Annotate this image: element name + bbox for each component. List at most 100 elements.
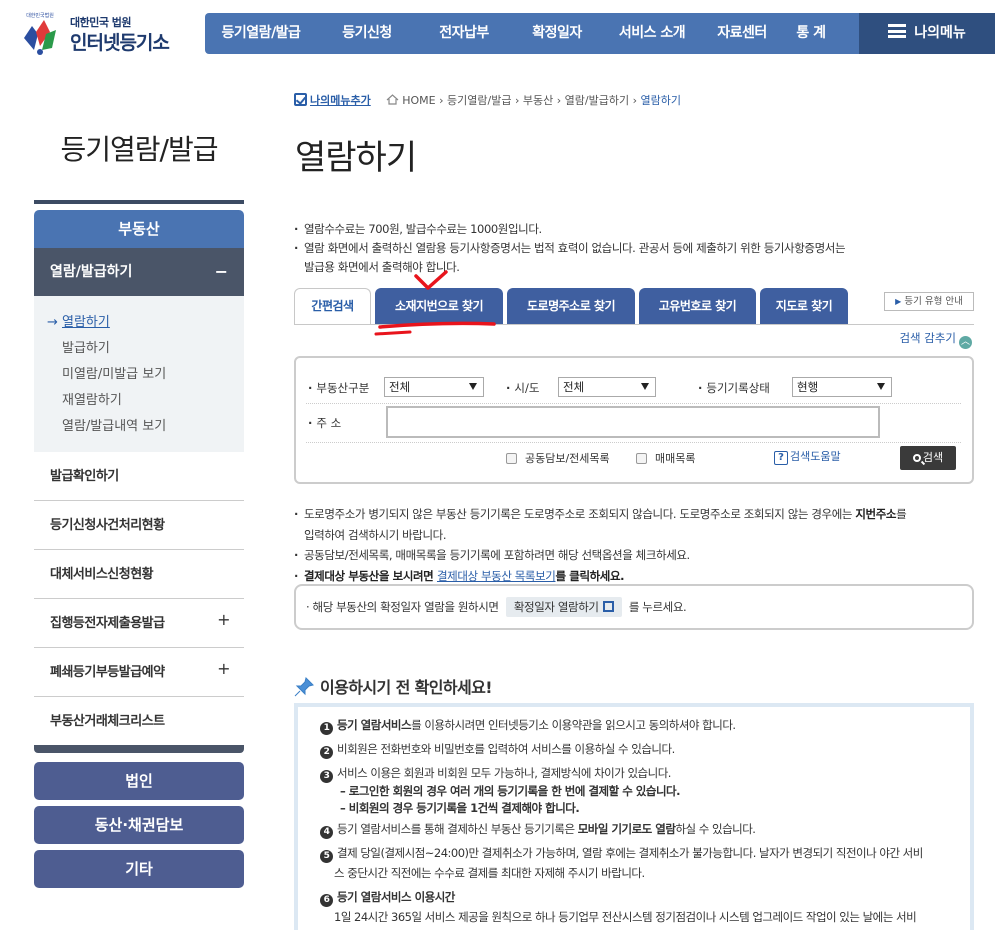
breadcrumb-current: 열람하기 [640,94,681,107]
checkbox-icon [636,453,647,464]
search-icon [912,454,921,462]
record-status-select[interactable]: 현행 [792,377,892,397]
expand-icon: + [217,659,230,678]
submenu-item-view[interactable]: → 열람하기 [34,310,244,336]
gnb-view-issue[interactable]: 등기열람/발급 [205,13,317,54]
breadcrumb-home[interactable]: HOME [402,94,435,107]
form-divider [306,442,961,443]
joint-collateral-checkbox[interactable]: 공동담보/전세목록 [506,450,610,466]
tab-lot-address[interactable]: 소재지번으로 찾기 [375,288,503,325]
number-4-icon: 4 [320,826,333,839]
site-logo[interactable]: 대한민국법원 대한민국 법원 인터넷등기소 [18,8,193,58]
sidebar-item-label: 열람/발급하기 [50,264,133,280]
breadcrumb-view-issue[interactable]: 등기열람/발급 [447,94,511,107]
checkbox-icon [294,93,307,106]
tab-simple-search[interactable]: 간편검색 [294,288,371,325]
play-arrow-icon: ▶ [895,297,902,306]
check-before-use-box: 1 등기 열람서비스를 이용하시려면 인터넷등기소 이용약관을 읽으시고 동의하셔… [294,703,974,930]
gnb-payment[interactable]: 전자납부 [417,13,511,54]
check-before-use-title: 이용하시기 전 확인하세요! [294,674,493,698]
sidebar-button-etc[interactable]: 기타 [34,850,244,888]
fixed-date-notice: · 해당 부동산의 확정일자 열람을 원하시면 확정일자 열람하기 를 누르세요… [294,584,974,630]
sidebar-item-enforcement[interactable]: 집행등전자제출용발급 + [34,599,244,648]
gnb-statistics[interactable]: 통 계 [783,13,839,54]
list-subitem: – 비회원의 경우 등기기록을 1건씩 결제해야 합니다. [340,801,580,815]
my-menu-button[interactable]: 나의메뉴 [859,13,995,54]
tab-divider [294,324,974,325]
home-icon [386,94,399,105]
sidebar-bottom-bar [34,745,244,753]
search-tabs: 간편검색 소재지번으로 찾기 도로명주소로 찾기 고유번호로 찾기 지도로 찾기 [294,288,852,325]
svg-text:대한민국법원: 대한민국법원 [26,12,54,19]
checkbox-icon [506,453,517,464]
sidebar-item-case-status[interactable]: 등기신청사건처리현황 [34,501,244,550]
number-5-icon: 5 [320,850,333,863]
help-icon: ? [774,451,788,465]
sidebar-item-view-issue[interactable]: 열람/발급하기 − [34,248,244,296]
search-help-link[interactable]: ? 검색도움말 [774,448,841,465]
list-subitem: – 로그인한 회원의 경우 여러 개의 등기기록을 한 번에 결제할 수 있습니… [340,784,680,798]
breadcrumb: 나의메뉴추가 HOME › 등기열람/발급 › 부동산 › 열람/발급하기 › … [294,92,681,108]
expand-icon: + [217,610,230,629]
tab-unique-number[interactable]: 고유번호로 찾기 [639,288,756,325]
arrow-right-icon: → [47,315,58,330]
registry-type-guide-button[interactable]: ▶ 등기 유형 안내 [884,292,974,311]
sidebar-item-closed-registry[interactable]: 폐쇄등기부등발급예약 + [34,648,244,697]
gnb-fixed-date[interactable]: 확정일자 [511,13,603,54]
breadcrumb-view-issue-do[interactable]: 열람/발급하기 [565,94,629,107]
sidebar-item-checklist[interactable]: 부동산거래체크리스트 [34,697,244,746]
sales-list-checkbox[interactable]: 매매목록 [636,450,695,466]
submenu-item-issue[interactable]: 발급하기 [34,336,244,362]
number-6-icon: 6 [320,894,333,907]
submenu-item-history[interactable]: 열람/발급내역 보기 [34,414,244,440]
search-button[interactable]: 검색 [900,446,956,470]
gnb-application[interactable]: 등기신청 [317,13,417,54]
tab-road-address[interactable]: 도로명주소로 찾기 [507,288,635,325]
dropdown-caret-icon [641,383,649,390]
external-link-icon [602,601,614,612]
collapse-icon: − [214,262,228,281]
address-input[interactable] [386,406,880,438]
submenu-item-review[interactable]: 재열람하기 [34,388,244,414]
list-item-continued: 스 중단시간 직전에는 수수료 결제를 최대한 자제해 주시기 바랍니다. [334,866,645,880]
tab-map-search[interactable]: 지도로 찾기 [760,288,848,325]
notice-line: 열람수수료는 700원, 발급수수료는 1000원입니다. [294,220,974,239]
sidebar-submenu: → 열람하기 발급하기 미열람/미발급 보기 재열람하기 열람/발급내역 보기 [34,296,244,452]
hamburger-icon [888,24,907,38]
number-1-icon: 1 [320,722,333,735]
payment-list-link[interactable]: 결제대상 부동산 목록보기 [437,569,556,583]
sidebar-title-divider [34,200,244,204]
add-my-menu-link[interactable]: 나의메뉴추가 [310,94,371,107]
view-fixed-date-button[interactable]: 확정일자 열람하기 [505,597,622,617]
dropdown-caret-icon [877,383,885,390]
sidebar-item-issue-check[interactable]: 발급확인하기 [34,452,244,501]
property-type-select[interactable]: 전체 [384,377,484,397]
note-line: 결제대상 부동산을 보시려면 결제대상 부동산 목록보기를 클릭하세요. [294,566,974,587]
gnb-service-intro[interactable]: 서비스 소개 [603,13,701,54]
global-nav: 등기열람/발급 등기신청 전자납부 확정일자 서비스 소개 자료센터 통 계 나… [205,13,995,54]
list-item: 3 서비스 이용은 회원과 비회원 모두 가능하나, 결제방식에 차이가 있습니다… [316,763,954,783]
city-select[interactable]: 전체 [558,377,656,397]
note-line: 입력하여 검색하시기 바랍니다. [304,527,447,542]
list-item: 1 등기 열람서비스를 이용하시려면 인터넷등기소 이용약관을 읽으시고 동의하셔… [316,715,954,735]
sidebar-item-alt-service[interactable]: 대체서비스신청현황 [34,550,244,599]
chevron-up-icon: ︿ [959,336,972,349]
sidebar-button-corporation[interactable]: 법인 [34,762,244,800]
sidebar-section-realestate[interactable]: 부동산 [34,210,244,248]
sidebar-list: 발급확인하기 등기신청사건처리현황 대체서비스신청현황 집행등전자제출용발급 + … [34,452,244,746]
notice-line: 열람 화면에서 출력하신 열람용 등기사항증명서는 법적 효력이 없습니다. 관… [294,239,974,258]
list-item: 4 등기 열람서비스를 통해 결제하신 부동산 등기기록은 모바일 기기로도 열람… [316,819,954,839]
submenu-item-unviewed[interactable]: 미열람/미발급 보기 [34,362,244,388]
list-item-continued: 1일 24시간 365일 서비스 제공을 원칙으로 하나 등기업무 전산시스템 … [334,910,917,924]
search-form: 부동산구분 전체 시/도 전체 등기기록상태 현행 주 소 공동담보/전세목록 … [294,356,974,484]
my-menu-label: 나의메뉴 [914,25,966,41]
court-emblem-icon: 대한민국법원 [24,12,56,55]
hide-search-toggle[interactable]: 검색 감추기 ︿ [899,330,972,349]
notice-line: 발급용 화면에서 출력해야 합니다. [304,260,460,274]
breadcrumb-realestate[interactable]: 부동산 [523,94,553,107]
sidebar-button-movables[interactable]: 동산·채권담보 [34,806,244,844]
list-item: 6 등기 열람서비스 이용시간 [316,887,954,907]
gnb-data-center[interactable]: 자료센터 [701,13,783,54]
pin-icon [294,677,314,697]
list-item: 5 결제 당일(결제시점~24:00)만 결제취소가 가능하며, 열람 후에는 결… [316,843,954,863]
